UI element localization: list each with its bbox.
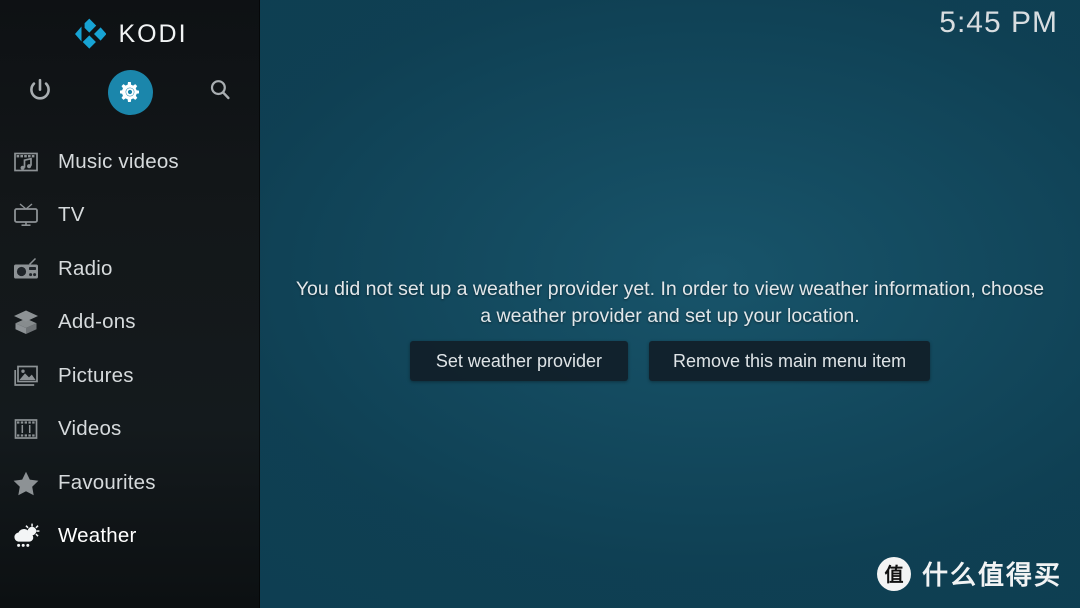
sidebar-item-weather[interactable]: Weather bbox=[0, 510, 260, 564]
set-weather-provider-button[interactable]: Set weather provider bbox=[409, 341, 628, 381]
kodi-logo-icon bbox=[72, 17, 107, 51]
power-icon bbox=[26, 76, 54, 109]
action-button-row: Set weather provider Remove this main me… bbox=[260, 341, 1080, 381]
watermark: 值 什么值得买 bbox=[876, 555, 1062, 592]
sidebar: KODI Music videos TV Radio Add-ons Pictu… bbox=[0, 0, 260, 608]
sidebar-item-label: TV bbox=[58, 203, 85, 227]
brand-title: KODI bbox=[118, 19, 188, 48]
weather-setup-message: You did not set up a weather provider ye… bbox=[295, 278, 1045, 327]
radio-icon bbox=[10, 254, 42, 284]
watermark-text: 什么值得买 bbox=[921, 561, 1062, 591]
sidebar-item-tv[interactable]: TV bbox=[0, 189, 260, 243]
weather-cloud-sun-rain-icon bbox=[10, 521, 42, 551]
sidebar-item-label: Favourites bbox=[58, 470, 156, 494]
gear-icon bbox=[107, 69, 153, 115]
sidebar-item-label: Music videos bbox=[58, 149, 179, 173]
clock: 5:45 PM bbox=[939, 6, 1058, 39]
star-icon bbox=[10, 468, 42, 498]
sidebar-top-actions bbox=[0, 64, 260, 120]
music-video-icon bbox=[10, 147, 42, 177]
main-content: You did not set up a weather provider ye… bbox=[260, 0, 1080, 608]
tv-icon bbox=[10, 200, 42, 230]
sidebar-item-label: Add-ons bbox=[58, 310, 136, 334]
sidebar-item-videos[interactable]: Videos bbox=[0, 403, 260, 457]
sidebar-item-label: Radio bbox=[58, 256, 113, 280]
pictures-icon bbox=[10, 361, 42, 391]
sidebar-item-label: Weather bbox=[58, 524, 137, 548]
search-icon bbox=[206, 76, 234, 109]
watermark-badge: 值 bbox=[876, 556, 911, 591]
sidebar-item-favourites[interactable]: Favourites bbox=[0, 456, 260, 510]
power-button[interactable] bbox=[12, 64, 68, 120]
search-button[interactable] bbox=[192, 64, 248, 120]
sidebar-item-radio[interactable]: Radio bbox=[0, 242, 260, 296]
brand: KODI bbox=[0, 10, 260, 58]
kodi-home-screen: KODI Music videos TV Radio Add-ons Pictu… bbox=[0, 0, 1080, 608]
sidebar-menu: Music videos TV Radio Add-ons Pictures V… bbox=[0, 135, 260, 563]
addons-box-icon bbox=[10, 307, 42, 337]
sidebar-item-label: Pictures bbox=[58, 363, 134, 387]
film-strip-icon bbox=[10, 414, 42, 444]
settings-button[interactable] bbox=[102, 64, 158, 120]
sidebar-item-music-videos[interactable]: Music videos bbox=[0, 135, 260, 189]
remove-main-menu-item-button[interactable]: Remove this main menu item bbox=[649, 341, 931, 381]
sidebar-item-add-ons[interactable]: Add-ons bbox=[0, 296, 260, 350]
sidebar-item-label: Videos bbox=[58, 417, 122, 441]
sidebar-item-pictures[interactable]: Pictures bbox=[0, 349, 260, 403]
